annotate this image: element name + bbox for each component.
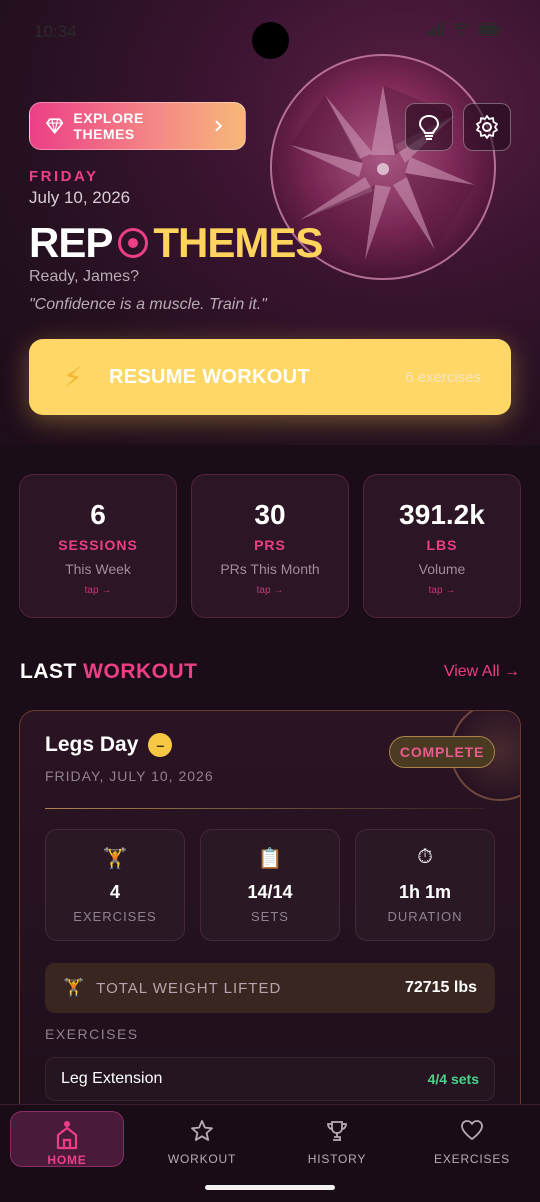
resume-workout-button[interactable]: ⚡ RESUME WORKOUT 6 exercises [29,339,511,415]
stat-card-sessions[interactable]: 6 SESSIONS This Week tap → [19,474,177,618]
stat-value: 391.2k [399,499,485,530]
stat-card-volume[interactable]: 391.2k LBS Volume tap → [363,474,521,618]
nav-home[interactable]: HOME [10,1111,124,1167]
heading-part-b: WORKOUT [83,660,198,683]
stat-unit: SESSIONS [58,537,138,553]
neutral-face-icon: – [148,733,173,757]
metric-label: EXERCISES [73,909,157,924]
brand-left: REP [29,219,113,266]
total-weight-row: 🏋 TOTAL WEIGHT LIFTED 72715 lbs [45,963,495,1013]
camera-cutout [252,22,289,59]
chevron-right-icon [215,120,223,132]
nav-exercises[interactable]: EXERCISES [415,1111,529,1167]
signal-icon [428,22,444,36]
stat-unit: PRS [254,537,286,553]
lightning-icon: ⚡ [63,361,83,393]
resume-workout-label: RESUME WORKOUT [109,365,310,388]
nav-label: HISTORY [307,1152,367,1166]
nav-label: HOME [47,1153,87,1167]
workout-name: Legs Day [45,733,139,756]
stat-desc: Volume [418,561,466,577]
settings-button[interactable] [463,103,511,151]
stat-card-prs[interactable]: 30 PRS PRs This Month tap → [191,474,349,618]
tips-button[interactable] [405,103,453,151]
exercise-row[interactable]: Leg Extension 4/4 sets [45,1057,495,1101]
stat-desc: PRs This Month [220,561,320,577]
workout-title: Legs Day – [45,733,173,757]
total-weight-label: TOTAL WEIGHT LIFTED [96,979,282,997]
date-label: July 10, 2026 [29,188,131,207]
lightbulb-icon [418,114,440,140]
wifi-icon [452,22,470,36]
greeting-text: Ready, James? [29,268,139,285]
brand-logo: REP THEMES [29,218,323,268]
view-all-link[interactable]: View All → [444,663,520,681]
stat-desc: This Week [65,561,131,577]
total-weight-value: 72715 lbs [404,979,477,996]
workout-date: FRIDAY, JULY 10, 2026 [45,768,214,784]
nav-label: EXERCISES [434,1152,510,1166]
stat-tap-hint: tap → [256,585,284,596]
metric-duration: ⏱ 1h 1m DURATION [355,829,495,941]
exercise-sets: 4/4 sets [427,1071,479,1087]
metric-label: SETS [251,909,289,924]
status-icons [428,22,502,36]
home-indicator[interactable] [205,1185,335,1190]
last-workout-heading: LAST WORKOUT [20,660,198,684]
dumbbell-icon: 🏋 [63,978,85,997]
clipboard-icon: 📋 [257,848,283,870]
stat-tap-hint: tap → [84,585,112,596]
resume-workout-meta: 6 exercises [405,368,481,386]
home-icon [56,1121,78,1150]
stopwatch-icon: ⏱ [417,846,433,868]
metric-value: 14/14 [247,882,293,902]
stat-unit: LBS [426,537,458,553]
explore-themes-label: EXPLORE THEMES [73,110,144,142]
battery-icon [478,22,501,36]
day-label: FRIDAY [29,168,99,185]
heading-part-a: LAST [20,660,77,683]
trophy-icon [327,1121,347,1141]
nav-label: WORKOUT [167,1152,237,1166]
heart-icon [461,1120,483,1140]
brand-right: THEMES [153,219,323,266]
quote-text: "Confidence is a muscle. Train it." [29,296,267,313]
last-workout-card[interactable]: Legs Day – FRIDAY, JULY 10, 2026 COMPLET… [19,710,521,1130]
status-bar: 10:34 [0,0,540,62]
exercise-name: Leg Extension [61,1070,163,1087]
metric-value: 4 [109,882,120,902]
status-time: 10:34 [34,22,77,41]
stat-value: 30 [254,499,286,530]
metric-value: 1h 1m [398,882,452,902]
nav-workout[interactable]: WORKOUT [145,1111,259,1167]
metric-sets: 📋 14/14 SETS [200,829,340,941]
diamond-icon [46,118,64,134]
brand-dot-icon [118,228,149,258]
stat-tap-hint: tap → [428,585,456,596]
stat-value: 6 [90,499,106,530]
gear-icon [476,115,498,139]
divider [45,808,485,809]
exercises-header: EXERCISES [45,1026,139,1042]
dumbbell-icon: 🏋 [102,848,128,870]
status-badge: COMPLETE [389,736,495,768]
metric-label: DURATION [387,909,463,924]
metric-exercises: 🏋 4 EXERCISES [45,829,185,941]
explore-themes-button[interactable]: EXPLORE THEMES [29,102,246,150]
star-icon [191,1120,213,1141]
nav-history[interactable]: HISTORY [280,1111,394,1167]
